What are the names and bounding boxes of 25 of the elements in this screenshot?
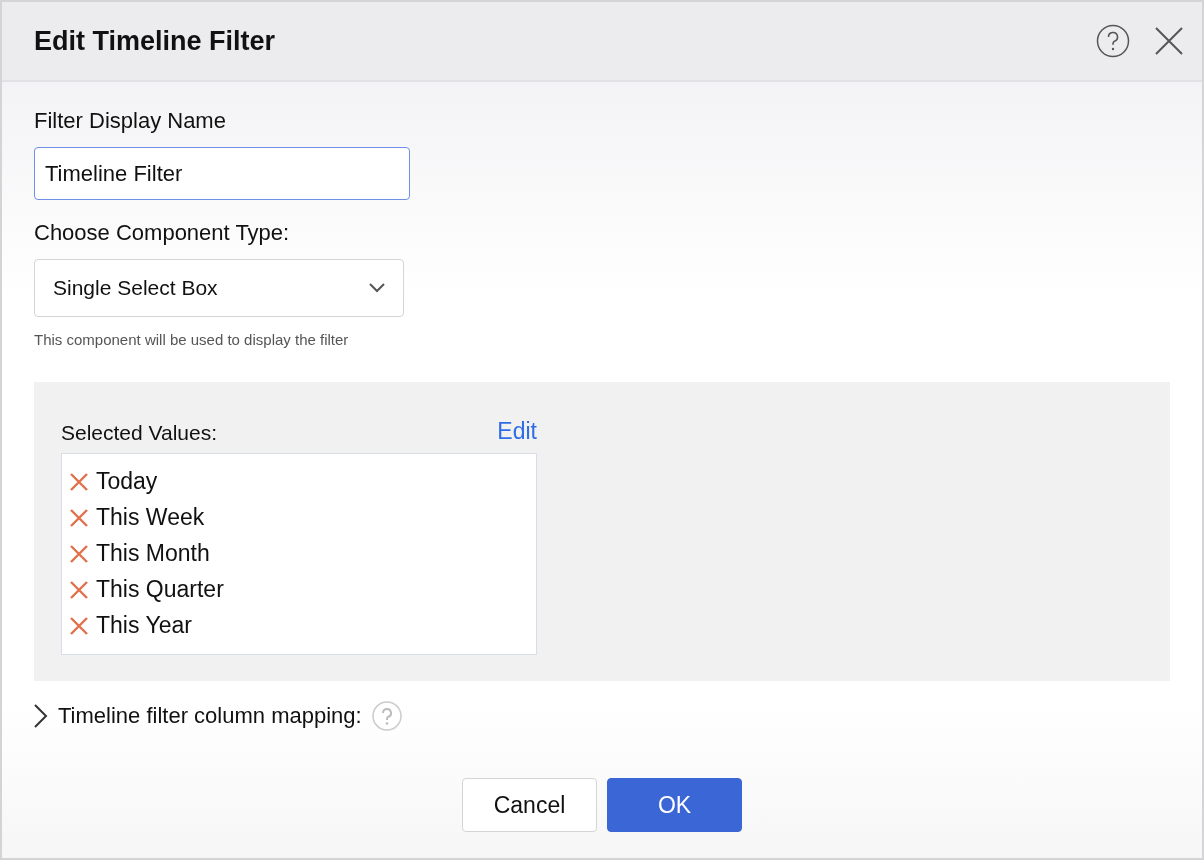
value-item: Today [96,467,158,497]
remove-icon[interactable] [70,544,88,563]
remove-icon[interactable] [70,508,88,527]
component-type-dropdown[interactable]: Single Select Box [34,259,404,317]
dialog-title: Edit Timeline Filter [34,24,277,58]
field-label: Selected Values: [61,420,218,446]
edit-link[interactable]: Edit [497,414,537,449]
display-name-field[interactable]: Timeline Filter [34,147,410,200]
remove-icon[interactable] [70,616,88,635]
chevron-right-icon[interactable] [34,703,48,728]
value-item: This Week [96,503,205,533]
ok-button[interactable]: OK [607,778,742,832]
help-icon[interactable] [1096,24,1130,58]
section-label: Timeline filter column mapping: [58,702,362,730]
chevron-down-icon [369,283,385,293]
remove-icon[interactable] [70,472,88,491]
field-label: Filter Display Name [34,107,226,135]
close-icon[interactable] [1154,26,1184,56]
cancel-button[interactable]: Cancel [462,778,597,832]
value-item: This Year [96,611,192,641]
remove-icon[interactable] [70,580,88,599]
hint-text: This component will be used to display the filter [34,330,349,350]
value-item: This Quarter [96,575,224,605]
value-item: This Month [96,539,210,569]
field-label: Choose Component Type: [34,219,290,247]
